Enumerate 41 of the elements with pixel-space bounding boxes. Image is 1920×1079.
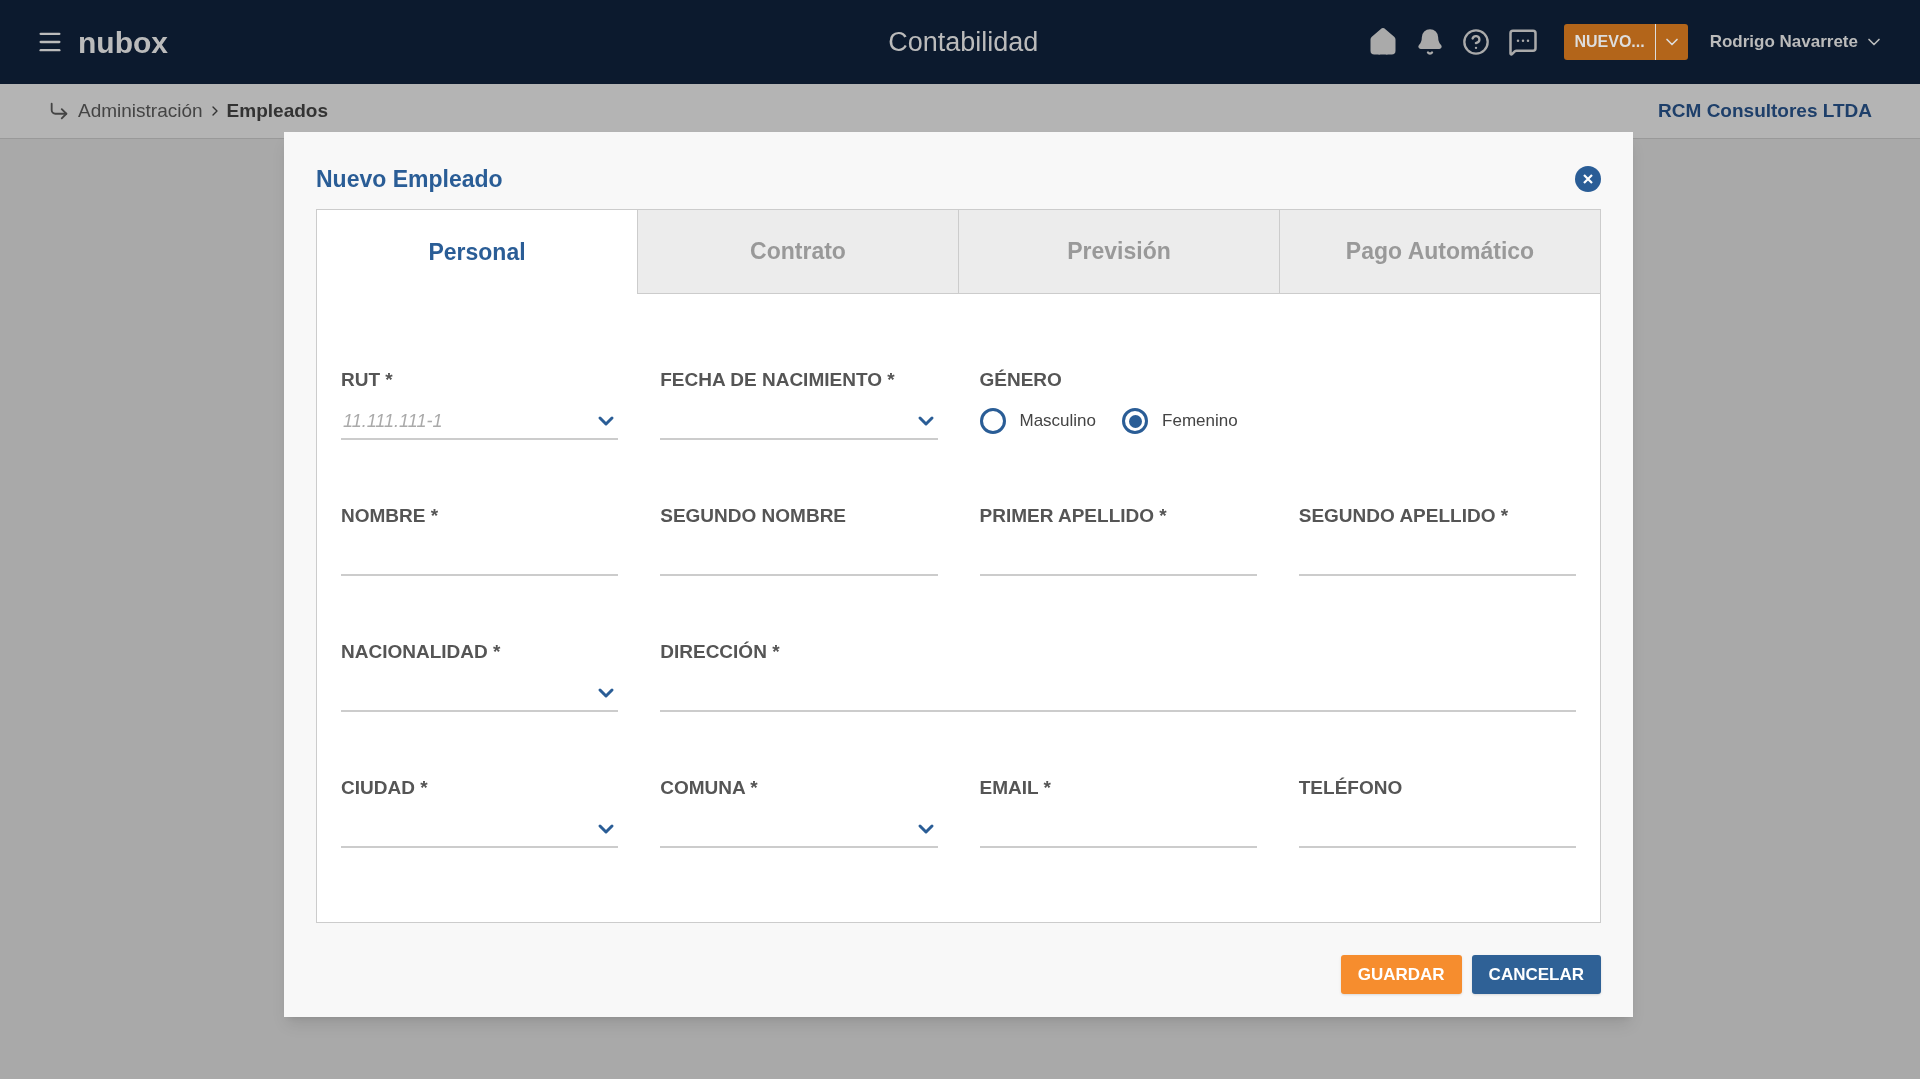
tab[interactable]: Contrato xyxy=(637,210,958,294)
field-label: DIRECCIÓN * xyxy=(660,640,781,664)
radio-option[interactable]: Masculino xyxy=(979,408,1097,434)
chat-icon[interactable] xyxy=(1508,27,1539,57)
radio-button[interactable] xyxy=(979,408,1006,434)
field-label: PRIMER APELLIDO * xyxy=(979,504,1168,528)
help-icon[interactable] xyxy=(1462,28,1491,56)
field-label: RUT * xyxy=(341,368,394,392)
return-arrow-icon xyxy=(48,100,70,122)
new-dropdown-button[interactable] xyxy=(1654,24,1688,60)
breadcrumb-item[interactable]: Administración xyxy=(78,96,203,126)
modal-title: Nuevo Empleado xyxy=(316,164,503,194)
breadcrumb-item: Empleados xyxy=(226,98,328,123)
company-name: RCM Consultores LTDA xyxy=(1658,98,1872,123)
field-label: COMUNA * xyxy=(660,776,759,800)
user-menu[interactable]: Rodrigo Navarrete xyxy=(1709,29,1884,55)
placeholder-text: 11.111.111-1 xyxy=(342,409,443,433)
cancel-button[interactable]: CANCELAR xyxy=(1471,955,1601,994)
bell-icon[interactable] xyxy=(1416,28,1445,56)
field-label: GÉNERO xyxy=(979,368,1063,392)
field-label: SEGUNDO APELLIDO * xyxy=(1298,504,1510,528)
field-label: SEGUNDO NOMBRE xyxy=(660,504,848,528)
field-label: FECHA DE NACIMIENTO * xyxy=(660,368,896,392)
field-label: CIUDAD * xyxy=(341,776,429,800)
new-button[interactable]: NUEVO... xyxy=(1564,24,1655,60)
field-label: EMAIL * xyxy=(979,776,1052,800)
field-label: TELÉFONO xyxy=(1298,776,1404,800)
save-button[interactable]: GUARDAR xyxy=(1340,955,1462,994)
radio-label: Femenino xyxy=(1162,410,1238,433)
app-title: Contabilidad xyxy=(887,25,1040,59)
logo: nubox xyxy=(78,24,169,61)
radio-option[interactable]: Femenino xyxy=(1122,408,1238,434)
field-label: NACIONALIDAD * xyxy=(341,640,502,664)
field-label: NOMBRE * xyxy=(341,504,440,528)
tab[interactable]: Pago Automático xyxy=(1279,210,1600,294)
radio-label: Masculino xyxy=(1019,410,1097,433)
radio-button[interactable] xyxy=(1122,408,1149,434)
close-button[interactable] xyxy=(1575,166,1601,192)
close-icon xyxy=(1583,174,1593,184)
home-icon[interactable] xyxy=(1368,27,1399,57)
tab[interactable]: Previsión xyxy=(958,210,1279,294)
